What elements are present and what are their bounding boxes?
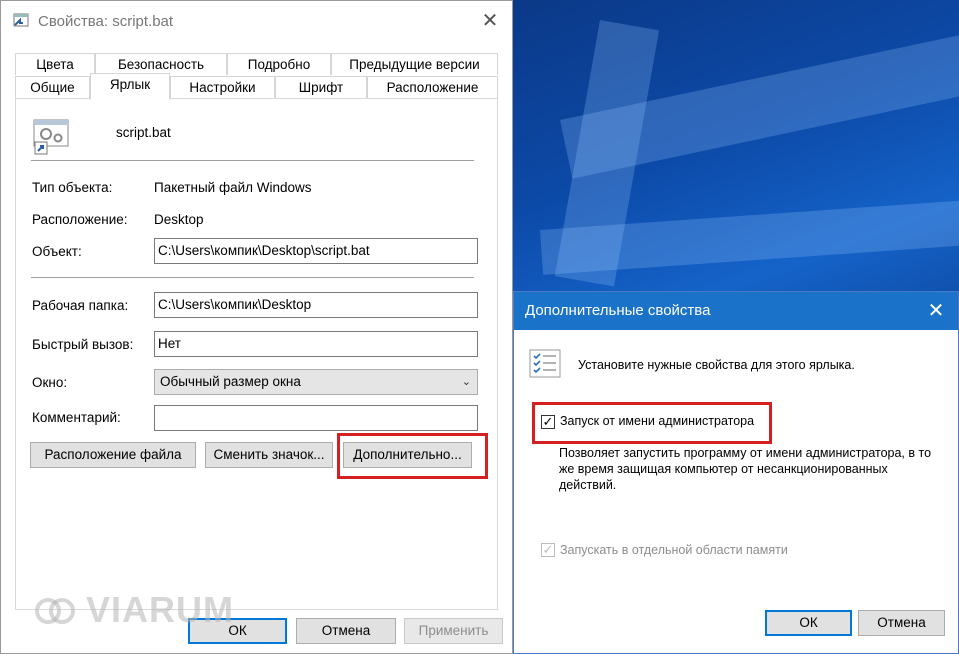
tab-security[interactable]: Безопасность — [95, 53, 227, 75]
batch-file-icon — [33, 119, 69, 155]
tab-details[interactable]: Подробно — [227, 53, 331, 75]
highlight-frame — [532, 402, 772, 444]
tab-colors[interactable]: Цвета — [15, 53, 95, 75]
close-icon[interactable]: ✕ — [924, 299, 948, 323]
separate-memory-label[interactable]: Запускать в отдельной области памяти — [560, 542, 788, 558]
tab-layout[interactable]: Расположение — [367, 76, 498, 98]
location-value: Desktop — [154, 212, 204, 227]
highlight-frame — [337, 433, 488, 479]
window-title: Свойства: script.bat — [38, 13, 174, 30]
divider — [31, 160, 474, 161]
type-label: Тип объекта: — [32, 180, 113, 195]
watermark-text: VIARUM — [86, 589, 235, 630]
run-select[interactable]: Обычный размер окна ⌄ — [154, 369, 478, 395]
start-in-label: Рабочая папка: — [32, 298, 129, 313]
checklist-icon — [529, 349, 561, 378]
apply-button[interactable]: Применить — [404, 618, 503, 644]
tab-general[interactable]: Общие — [15, 76, 90, 98]
cancel-button[interactable]: Отмена — [296, 618, 396, 644]
location-label: Расположение: — [32, 212, 128, 227]
run-as-admin-description: Позволяет запустить программу от имени а… — [559, 446, 932, 492]
divider — [31, 277, 474, 278]
dialog-title-bar: Дополнительные свойства ✕ — [514, 292, 958, 330]
properties-window: Свойства: script.bat ✕ Цвета Безопасност… — [0, 0, 513, 654]
hotkey-label: Быстрый вызов: — [32, 337, 134, 352]
title-bar: Свойства: script.bat ✕ — [1, 1, 512, 41]
viarum-watermark: VIARUM — [35, 589, 234, 631]
tab-options[interactable]: Настройки — [170, 76, 275, 98]
target-label: Объект: — [32, 244, 82, 259]
close-icon[interactable]: ✕ — [478, 9, 502, 33]
separate-memory-checkbox[interactable]: ✓ — [541, 543, 555, 557]
change-icon-button[interactable]: Сменить значок... — [205, 442, 333, 468]
dialog-ok-button[interactable]: ОК — [765, 610, 852, 636]
tab-row-bottom: Общие Ярлык Настройки Шрифт Расположение — [15, 73, 498, 100]
run-select-value: Обычный размер окна — [160, 374, 301, 389]
file-name: script.bat — [116, 125, 171, 140]
dialog-intro: Установите нужные свойства для этого ярл… — [578, 358, 855, 372]
viarum-logo-icon — [35, 598, 75, 624]
comment-field[interactable] — [154, 405, 478, 431]
start-in-field[interactable]: C:\Users\компик\Desktop — [154, 292, 478, 318]
type-value: Пакетный файл Windows — [154, 180, 312, 195]
advanced-properties-dialog: Дополнительные свойства ✕ Установите нуж… — [513, 291, 959, 654]
run-label: Окно: — [32, 375, 68, 390]
tab-font[interactable]: Шрифт — [275, 76, 367, 98]
shortcut-file-icon — [13, 13, 29, 27]
dialog-cancel-button[interactable]: Отмена — [858, 610, 945, 636]
tab-shortcut[interactable]: Ярлык — [90, 73, 170, 100]
comment-label: Комментарий: — [32, 410, 121, 425]
open-file-location-button[interactable]: Расположение файла — [30, 442, 196, 468]
tab-row-top: Цвета Безопасность Подробно Предыдущие в… — [15, 53, 498, 75]
dialog-title: Дополнительные свойства — [525, 302, 711, 319]
target-field[interactable]: C:\Users\компик\Desktop\script.bat — [154, 238, 478, 264]
tab-previous-versions[interactable]: Предыдущие версии — [331, 53, 498, 75]
chevron-down-icon: ⌄ — [461, 376, 471, 388]
hotkey-field[interactable]: Нет — [154, 331, 478, 357]
